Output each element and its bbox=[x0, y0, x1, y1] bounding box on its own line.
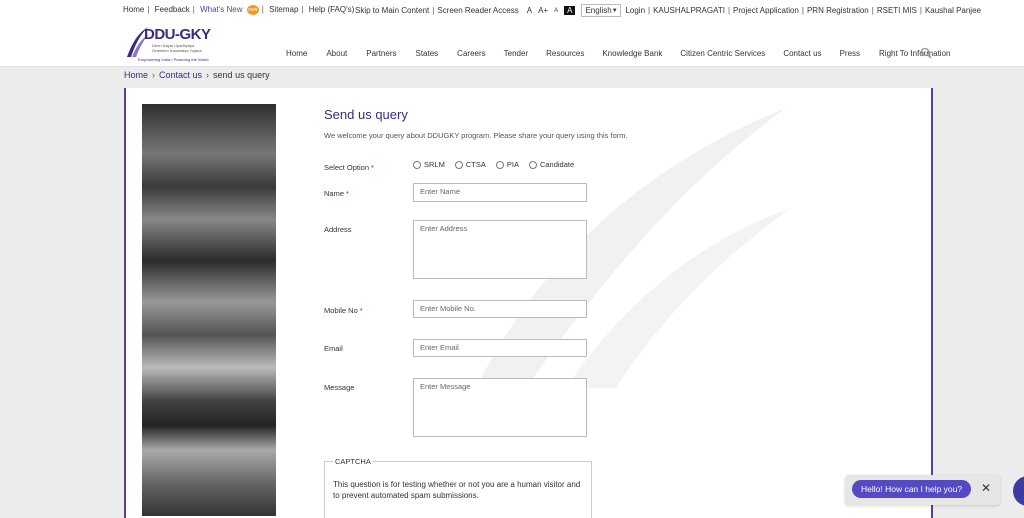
chat-launcher-button[interactable] bbox=[1013, 476, 1024, 506]
breadcrumb-current: send us query bbox=[213, 70, 270, 80]
utility-links-right: Skip to Main Content | Screen Reader Acce… bbox=[355, 4, 981, 17]
logo-name: DDU-GKY bbox=[144, 26, 211, 43]
radio-srlm[interactable]: SRLM bbox=[413, 160, 445, 169]
nav-right-to-information[interactable]: Right To Information bbox=[879, 49, 950, 58]
radio-ctsa[interactable]: CTSA bbox=[454, 160, 486, 169]
address-label: Address bbox=[324, 225, 352, 234]
nav-resources[interactable]: Resources bbox=[546, 49, 584, 58]
link-project-application[interactable]: Project Application bbox=[733, 6, 799, 15]
email-label: Email bbox=[324, 344, 343, 353]
mobile-input[interactable]: Enter Mobile No. bbox=[413, 300, 587, 318]
nav-knowledge-bank[interactable]: Knowledge Bank bbox=[602, 49, 662, 58]
nav-citizen-centric-services[interactable]: Citizen Centric Services bbox=[680, 49, 765, 58]
radio-candidate[interactable]: Candidate bbox=[528, 160, 574, 169]
site-header: DDU-GKY Deen Dayal Upadhyaya Grameen Kau… bbox=[0, 19, 1024, 67]
chat-prompt-button[interactable]: Hello! How can I help you? bbox=[852, 480, 972, 498]
radio-circle-icon bbox=[495, 160, 504, 169]
breadcrumb-home[interactable]: Home bbox=[124, 70, 148, 80]
captcha-legend: CAPTCHA bbox=[333, 457, 373, 466]
language-value: English bbox=[585, 6, 612, 15]
nav-partners[interactable]: Partners bbox=[366, 49, 396, 58]
nav-about[interactable]: About bbox=[326, 49, 347, 58]
radio-circle-icon bbox=[528, 160, 537, 169]
link-whats-new[interactable]: What's New bbox=[200, 5, 242, 14]
font-decrease-button[interactable]: A bbox=[554, 8, 558, 14]
font-normal-button[interactable]: A bbox=[527, 6, 532, 15]
training-photo-collage bbox=[142, 104, 276, 516]
top-utility-bar: Home | Feedback | What's New new | Sitemap |… bbox=[0, 0, 1024, 19]
link-prn-registration[interactable]: PRN Registration bbox=[807, 6, 869, 15]
utility-links-left: Home | Feedback | What's New new | Sitemap |… bbox=[123, 5, 355, 15]
search-icon[interactable] bbox=[920, 47, 932, 59]
mobile-label: Mobile No * bbox=[324, 306, 363, 315]
nav-states[interactable]: States bbox=[415, 49, 438, 58]
link-sitemap[interactable]: Sitemap bbox=[269, 5, 298, 14]
name-input[interactable]: Enter Name bbox=[413, 183, 587, 202]
captcha-fieldset: CAPTCHA This question is for testing whe… bbox=[324, 457, 592, 518]
option-radio-group: SRLM CTSA PIA Candidate bbox=[413, 160, 574, 169]
main-content: Send us query We welcome your query abou… bbox=[124, 88, 933, 518]
form-intro: We welcome your query about DDUGKY progr… bbox=[324, 131, 628, 140]
font-size-controls: A A+ A A bbox=[527, 6, 576, 15]
radio-circle-icon bbox=[454, 160, 463, 169]
captcha-description: This question is for testing whether or … bbox=[333, 480, 581, 500]
message-textarea[interactable]: Enter Message bbox=[413, 378, 587, 437]
nav-press[interactable]: Press bbox=[840, 49, 860, 58]
language-select[interactable]: English ▼ bbox=[581, 4, 622, 17]
link-rseti-mis[interactable]: RSETI MIS bbox=[877, 6, 917, 15]
page-title: Send us query bbox=[324, 107, 408, 122]
breadcrumb: Home › Contact us › send us query bbox=[124, 70, 270, 80]
nav-home[interactable]: Home bbox=[286, 49, 307, 58]
new-badge-icon: new bbox=[246, 5, 259, 15]
radio-circle-icon bbox=[413, 160, 421, 169]
select-option-label: Select Option * bbox=[324, 163, 374, 172]
site-logo[interactable]: DDU-GKY Deen Dayal Upadhyaya Grameen Kau… bbox=[124, 23, 216, 63]
font-increase-button[interactable]: A+ bbox=[538, 6, 548, 15]
link-home[interactable]: Home bbox=[123, 5, 144, 14]
email-input[interactable]: Enter Email bbox=[413, 339, 587, 357]
message-label: Message bbox=[324, 383, 355, 392]
link-help[interactable]: Help (FAQ's) bbox=[309, 5, 355, 14]
logo-tagline: Empowering India • Powering the World bbox=[138, 57, 209, 62]
link-kaushal-panjee[interactable]: Kaushal Panjee bbox=[925, 6, 981, 15]
nav-contact-us[interactable]: Contact us bbox=[783, 49, 821, 58]
nav-tender[interactable]: Tender bbox=[504, 49, 528, 58]
link-login[interactable]: Login bbox=[625, 6, 645, 15]
logo-subtitle: Deen Dayal Upadhyaya Grameen Kaushalya Y… bbox=[152, 43, 202, 53]
chevron-down-icon: ▼ bbox=[611, 7, 618, 14]
main-nav: Home About Partners States Careers Tende… bbox=[286, 49, 950, 58]
name-label: Name * bbox=[324, 189, 349, 198]
close-icon[interactable]: ✕ bbox=[981, 481, 991, 495]
address-textarea[interactable]: Enter Address bbox=[413, 220, 587, 279]
link-feedback[interactable]: Feedback bbox=[155, 5, 190, 14]
high-contrast-button[interactable]: A bbox=[564, 6, 576, 15]
radio-pia[interactable]: PIA bbox=[495, 160, 519, 169]
breadcrumb-contact[interactable]: Contact us bbox=[159, 70, 202, 80]
screen-reader-link[interactable]: Screen Reader Access bbox=[437, 6, 518, 15]
chat-widget: Hello! How can I help you? ✕ bbox=[845, 475, 1000, 505]
link-kaushalpragati[interactable]: KAUSHALPRAGATI bbox=[653, 6, 725, 15]
nav-careers[interactable]: Careers bbox=[457, 49, 485, 58]
skip-to-content-link[interactable]: Skip to Main Content bbox=[355, 6, 429, 15]
